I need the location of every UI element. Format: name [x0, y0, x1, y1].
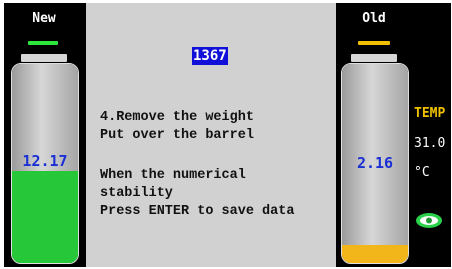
old-label: Old — [362, 11, 386, 26]
instruction-line-5: Press ENTER to save data — [100, 204, 295, 219]
eye-icon-glyph — [420, 216, 438, 225]
temp-label: TEMP — [414, 106, 446, 121]
old-battery-cap — [351, 54, 397, 62]
new-value: 12.17 — [22, 152, 68, 170]
temp-unit: °C — [414, 165, 430, 180]
device-screen: New 12.17 1367 4.Remove the weight Put o… — [4, 3, 451, 267]
new-indicator — [28, 41, 58, 45]
new-battery: 12.17 — [11, 63, 79, 264]
instruction-line-2: Put over the barrel — [100, 128, 254, 143]
old-battery: 2.16 — [341, 63, 409, 264]
old-value: 2.16 — [356, 154, 394, 172]
instruction-panel: 1367 4.Remove the weight Put over the ba… — [86, 3, 336, 267]
new-battery-cap — [21, 54, 67, 62]
counter-value: 1367 — [192, 47, 228, 65]
instruction-line-4: stability — [100, 186, 173, 201]
instruction-line-3: When the numerical — [100, 168, 246, 183]
temp-value: 31.0 — [414, 136, 446, 151]
new-battery-fill — [12, 171, 78, 263]
new-label: New — [32, 11, 56, 26]
instruction-line-1: 4.Remove the weight — [100, 110, 254, 125]
old-battery-fill — [342, 245, 408, 263]
old-indicator — [358, 41, 390, 45]
eye-icon[interactable] — [416, 213, 442, 228]
